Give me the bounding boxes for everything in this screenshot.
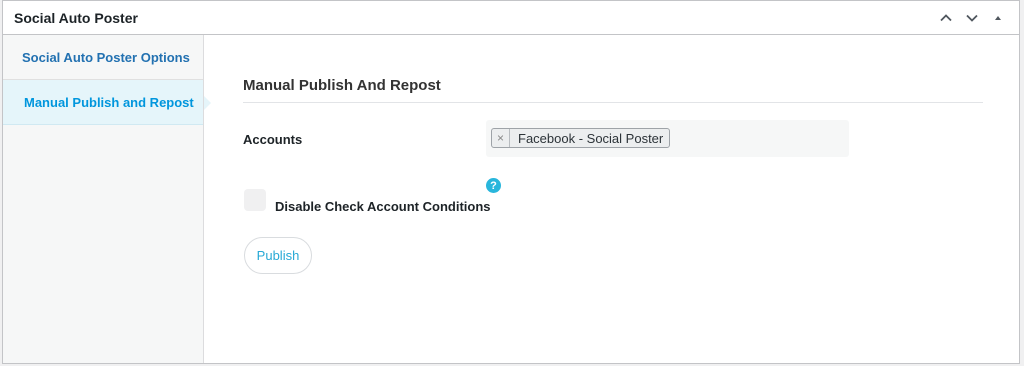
accounts-multiselect[interactable]: × Facebook - Social Poster	[486, 120, 849, 157]
tab-label: Social Auto Poster Options	[22, 49, 190, 65]
tab-manual-publish-and-repost[interactable]: Manual Publish and Repost	[3, 80, 211, 125]
triangle-up-icon	[995, 15, 1001, 20]
question-circle-icon[interactable]: ?	[486, 178, 501, 193]
metabox-handle-actions	[935, 7, 1009, 29]
chevron-down-icon	[966, 14, 978, 22]
tab-panel: Manual Publish And Repost Accounts × Fac…	[204, 35, 1019, 363]
disable-check-checkbox[interactable]	[244, 189, 266, 211]
toggle-panel-button[interactable]	[987, 7, 1009, 29]
metabox-header: Social Auto Poster	[3, 1, 1019, 35]
move-down-button[interactable]	[961, 7, 983, 29]
accounts-label: Accounts	[243, 132, 303, 147]
metabox-title: Social Auto Poster	[14, 9, 138, 26]
publish-button[interactable]: Publish	[244, 237, 312, 274]
social-auto-poster-metabox: Social Auto Poster Social Auto Poster Op…	[2, 0, 1020, 364]
chip-label: Facebook - Social Poster	[518, 130, 664, 146]
move-up-button[interactable]	[935, 7, 957, 29]
disable-check-row: Disable Check Account Conditions	[244, 186, 491, 214]
tab-label: Manual Publish and Repost	[24, 94, 194, 110]
tabs-nav: Social Auto Poster Options Manual Publis…	[3, 35, 211, 363]
selected-account-chip: × Facebook - Social Poster	[491, 128, 671, 148]
disable-check-label[interactable]: Disable Check Account Conditions	[275, 199, 491, 214]
metabox-body: Social Auto Poster Options Manual Publis…	[3, 35, 1019, 363]
chevron-up-icon	[940, 13, 952, 21]
tab-social-auto-poster-options[interactable]: Social Auto Poster Options	[3, 35, 203, 80]
section-title: Manual Publish And Repost	[243, 77, 983, 103]
remove-chip-button[interactable]: ×	[492, 129, 510, 147]
